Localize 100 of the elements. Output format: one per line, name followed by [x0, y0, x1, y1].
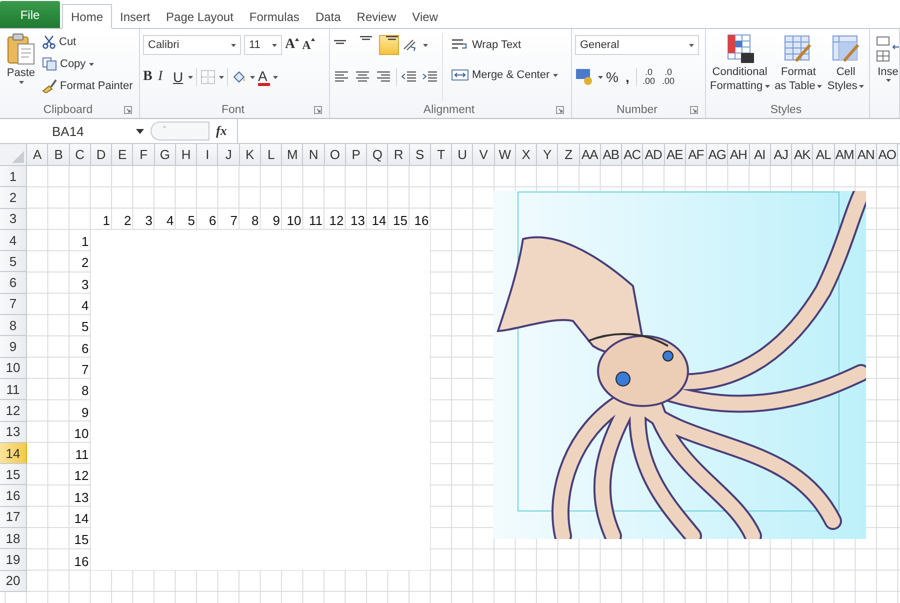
- grow-font-button[interactable]: A: [285, 35, 300, 55]
- increase-decimal-button[interactable]: .0 .00: [640, 68, 657, 86]
- row-header[interactable]: 15: [0, 464, 27, 486]
- column-header[interactable]: AL: [813, 144, 834, 166]
- column-header[interactable]: AK: [792, 144, 814, 166]
- column-header[interactable]: K: [240, 144, 261, 166]
- row-header[interactable]: 18: [0, 528, 27, 550]
- row-header[interactable]: 3: [0, 208, 27, 230]
- row-header[interactable]: 19: [0, 549, 27, 571]
- file-tab[interactable]: File: [0, 1, 60, 28]
- column-header[interactable]: L: [260, 144, 282, 166]
- column-header[interactable]: G: [154, 144, 176, 166]
- insert-button[interactable]: Inse: [873, 33, 899, 118]
- column-header[interactable]: R: [388, 144, 410, 166]
- wrap-text-button[interactable]: Wrap Text: [451, 36, 558, 54]
- ribbon-tab[interactable]: View: [404, 4, 446, 29]
- font-color-button[interactable]: A: [258, 68, 270, 86]
- row-header[interactable]: 4: [0, 230, 27, 252]
- dialog-launcher-icon[interactable]: [124, 106, 132, 114]
- column-header[interactable]: AA: [580, 144, 601, 166]
- row-header[interactable]: 12: [0, 400, 27, 422]
- row-header[interactable]: 8: [0, 315, 27, 336]
- row-header[interactable]: 6: [0, 272, 27, 294]
- column-header[interactable]: D: [90, 144, 112, 166]
- row-header[interactable]: 16: [0, 485, 27, 507]
- ribbon-tab[interactable]: Review: [348, 4, 404, 29]
- column-header[interactable]: N: [303, 144, 324, 166]
- name-box[interactable]: BA14: [0, 121, 150, 141]
- column-header[interactable]: AB: [600, 144, 622, 166]
- row-header[interactable]: 20: [0, 570, 27, 592]
- ribbon-tab[interactable]: Page Layout: [158, 4, 242, 29]
- row-header[interactable]: 5: [0, 251, 27, 272]
- column-header[interactable]: H: [176, 144, 197, 166]
- column-header[interactable]: AF: [686, 144, 707, 166]
- column-header[interactable]: AC: [622, 144, 644, 166]
- column-header[interactable]: AO: [877, 144, 898, 166]
- column-header[interactable]: AD: [643, 144, 664, 166]
- column-header[interactable]: B: [48, 144, 70, 166]
- decrease-decimal-button[interactable]: .0 .00: [660, 68, 676, 86]
- cut-button[interactable]: Cut: [42, 33, 133, 51]
- column-header[interactable]: C: [70, 144, 91, 166]
- number-format-field[interactable]: General: [575, 35, 699, 55]
- fill-bucket-icon[interactable]: [231, 69, 247, 85]
- font-size-field[interactable]: 11: [244, 35, 282, 55]
- row-header[interactable]: 17: [0, 506, 27, 528]
- row-header[interactable]: 11: [0, 378, 27, 400]
- column-header[interactable]: M: [282, 144, 304, 166]
- merge-center-button[interactable]: Merge & Center: [451, 66, 558, 84]
- align-bottom-button[interactable]: [379, 35, 399, 55]
- copy-button[interactable]: Copy: [42, 55, 133, 73]
- column-header[interactable]: P: [346, 144, 367, 166]
- paste-button[interactable]: Paste: [3, 33, 39, 101]
- ribbon-tab[interactable]: Home: [62, 4, 112, 29]
- borders-icon[interactable]: [200, 69, 216, 85]
- row-header[interactable]: 10: [0, 358, 27, 379]
- dialog-launcher-icon[interactable]: [556, 106, 564, 114]
- ribbon-tab[interactable]: Insert: [112, 4, 158, 29]
- column-header[interactable]: U: [452, 144, 474, 166]
- row-header[interactable]: 7: [0, 294, 27, 316]
- column-header[interactable]: AI: [750, 144, 771, 166]
- column-header[interactable]: F: [133, 144, 154, 166]
- ribbon-tab[interactable]: Data: [307, 4, 349, 29]
- squid-drawing[interactable]: [493, 191, 866, 539]
- dialog-launcher-icon[interactable]: [314, 106, 322, 114]
- ribbon-tab[interactable]: Formulas: [241, 4, 308, 29]
- shrink-font-button[interactable]: A: [302, 35, 315, 55]
- column-header[interactable]: E: [112, 144, 134, 166]
- column-header[interactable]: A: [27, 144, 48, 166]
- percent-button[interactable]: %: [606, 67, 618, 87]
- comma-button[interactable]: ,: [621, 67, 634, 87]
- row-header[interactable]: 13: [0, 422, 27, 443]
- column-header[interactable]: Z: [558, 144, 580, 166]
- column-header[interactable]: T: [430, 144, 452, 166]
- column-header[interactable]: O: [324, 144, 346, 166]
- column-header[interactable]: AG: [707, 144, 728, 166]
- cell-styles-button[interactable]: Cell Styles: [826, 33, 866, 101]
- column-header[interactable]: AE: [664, 144, 686, 166]
- column-header[interactable]: X: [516, 144, 537, 166]
- font-name-field[interactable]: Calibri: [143, 35, 241, 55]
- format-as-table-button[interactable]: Format as Table: [774, 33, 824, 101]
- row-header[interactable]: 2: [0, 187, 27, 209]
- column-header[interactable]: AJ: [770, 144, 792, 166]
- column-header[interactable]: W: [494, 144, 516, 166]
- dialog-launcher-icon[interactable]: [690, 106, 698, 114]
- underline-button[interactable]: U: [173, 67, 185, 87]
- row-header[interactable]: 1: [0, 166, 27, 188]
- column-header[interactable]: AH: [728, 144, 750, 166]
- italic-button[interactable]: I: [158, 67, 170, 87]
- expand-handle-icon[interactable]: [150, 121, 210, 141]
- column-header[interactable]: AM: [834, 144, 856, 166]
- format-painter-button[interactable]: Format Painter: [42, 77, 133, 95]
- column-header[interactable]: Q: [367, 144, 388, 166]
- row-header[interactable]: 9: [0, 336, 27, 358]
- column-header[interactable]: AN: [856, 144, 877, 166]
- bold-button[interactable]: B: [143, 67, 155, 87]
- currency-icon[interactable]: [575, 68, 595, 86]
- column-header[interactable]: Y: [537, 144, 558, 166]
- conditional-formatting-button[interactable]: Conditional Formatting: [709, 33, 771, 101]
- row-header[interactable]: 14: [0, 442, 27, 464]
- column-header[interactable]: J: [218, 144, 240, 166]
